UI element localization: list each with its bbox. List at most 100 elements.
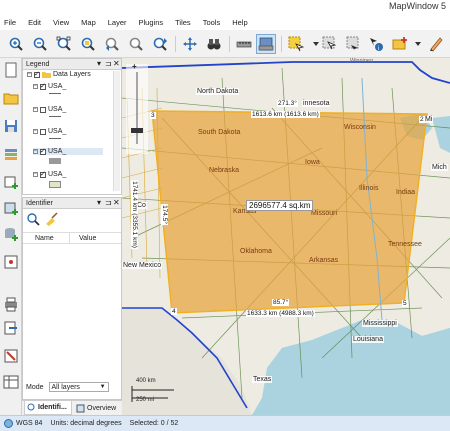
identifier-header: Identifier ▾ ⊐ ✕ (23, 198, 121, 209)
vertex-label: 3 (150, 112, 156, 119)
close-icon[interactable]: ✕ (113, 59, 120, 68)
add-database-layer-icon[interactable] (3, 226, 19, 242)
menu-view[interactable]: View (53, 18, 69, 27)
legend-scrollbar[interactable] (113, 71, 120, 191)
panel-tabs: Identifi... Overview (22, 400, 122, 415)
app-title: MapWindow 5 (388, 1, 446, 11)
overview-icon (76, 404, 85, 412)
left-toolbar (0, 58, 22, 415)
menu-plugins[interactable]: Plugins (139, 18, 164, 27)
identifier-toolbar (26, 212, 58, 226)
map-label-arkansas: Arkansas (309, 257, 339, 264)
map-label-minnesota: innesota (302, 100, 331, 107)
identifier-panel: Identifier ▾ ⊐ ✕ Name Value Mode All lay… (22, 197, 122, 400)
legend-layer[interactable]: −USA_ (33, 106, 66, 113)
main-toolbar: i (0, 30, 450, 58)
zoom-to-layer-icon[interactable] (150, 34, 170, 54)
measure-bottom-length: 1633.3 km (4988.3 km) (246, 310, 315, 317)
status-selected: Selected: 0 / 52 (129, 420, 179, 427)
menu-tiles[interactable]: Tiles (175, 18, 191, 27)
pin-icon[interactable]: ⊐ (105, 198, 112, 207)
menu-tools[interactable]: Tools (203, 18, 221, 27)
deselect-icon[interactable] (320, 34, 340, 54)
zoom-out-icon[interactable] (30, 34, 50, 54)
vertex-label: 5 (402, 300, 408, 307)
map-label-mi: Mi (424, 116, 434, 123)
menu-help[interactable]: Help (232, 18, 247, 27)
pin-icon[interactable]: ⊐ (105, 59, 112, 68)
close-icon[interactable]: ✕ (113, 198, 120, 207)
scale-top-label: 400 km (136, 378, 156, 384)
tab-identifier[interactable]: Identifi... (24, 401, 72, 415)
zoom-selection-icon[interactable] (78, 34, 98, 54)
zoom-next-icon[interactable] (126, 34, 146, 54)
status-bar: WGS 84 Units: decimal degrees Selected: … (0, 415, 450, 431)
export-icon[interactable] (3, 320, 19, 336)
chevron-down-icon[interactable] (408, 34, 428, 54)
group-checkbox[interactable] (34, 70, 40, 78)
measure-top-length: 1613.6 km (1613.6 km) (251, 111, 320, 118)
open-folder-icon[interactable] (3, 90, 19, 106)
legend-layer[interactable]: −USA_ (33, 147, 103, 155)
attribute-table-icon[interactable] (3, 374, 19, 390)
map-label-tennessee: Tennessee (388, 241, 422, 248)
pin-icon[interactable]: ▾ (97, 59, 101, 68)
select-icon[interactable] (286, 34, 306, 54)
identifier-title: Identifier (26, 199, 53, 207)
menu-bar: File Edit View Map Layer Plugins Tiles T… (0, 14, 450, 30)
pencil-icon[interactable] (426, 34, 446, 54)
remove-layer-icon[interactable] (3, 348, 19, 364)
identify-icon (27, 403, 35, 411)
binoculars-icon[interactable] (204, 34, 224, 54)
zoom-plus-button[interactable]: + (132, 62, 137, 71)
create-layer-icon[interactable] (3, 254, 19, 270)
map-label-texas: Texas (252, 376, 273, 383)
mode-select[interactable]: All layers ▼ (48, 382, 109, 392)
menu-layer[interactable]: Layer (108, 18, 127, 27)
map-canvas[interactable]: South Dakota Wisconsin Iowa Nebraska Ill… (122, 58, 450, 415)
status-units: Units: decimal degrees (50, 420, 122, 427)
globe-icon (4, 419, 13, 428)
svg-text:i: i (378, 46, 379, 52)
zoom-extent-icon[interactable] (54, 34, 74, 54)
add-layer-icon[interactable] (390, 34, 410, 54)
zoom-in-icon[interactable] (6, 34, 26, 54)
map-label-mich: Mich (431, 164, 448, 171)
identifier-table-header: Name Value (23, 232, 121, 244)
measure-distance-icon[interactable] (234, 34, 254, 54)
new-project-icon[interactable] (3, 62, 19, 78)
menu-edit[interactable]: Edit (28, 18, 41, 27)
legend-panel: Legend ▾ ⊐ ✕ − Data Layers −USA_ −USA_ −… (22, 58, 122, 195)
menu-file[interactable]: File (4, 18, 16, 27)
identify-icon[interactable] (26, 212, 40, 226)
map-label-north-dakota: North Dakota (196, 88, 240, 95)
map-label-wisconsin: Wisconsin (344, 124, 376, 131)
pan-icon[interactable] (180, 34, 200, 54)
map-label-south-dakota: South Dakota (198, 129, 241, 136)
legend-layer[interactable]: −USA_ (33, 170, 66, 178)
add-raster-layer-icon[interactable] (3, 200, 19, 216)
menu-map[interactable]: Map (81, 18, 96, 27)
measure-left-length: 1741.4 km (3355.1 km) (130, 180, 138, 249)
measure-area-icon[interactable] (256, 34, 276, 54)
tab-overview[interactable]: Overview (74, 401, 120, 415)
map-label-oklahoma: Oklahoma (240, 248, 272, 255)
legend-layer[interactable]: −USA_ (33, 128, 66, 135)
measure-top-angle: 271.3° (277, 100, 298, 107)
print-icon[interactable] (3, 296, 19, 312)
map-label-indiana: Indiaa (396, 189, 416, 196)
layer-properties-icon[interactable] (3, 146, 19, 162)
identify-icon[interactable]: i (366, 34, 386, 54)
zoom-previous-icon[interactable] (102, 34, 122, 54)
clear-selection-icon[interactable] (344, 34, 364, 54)
add-vector-layer-icon[interactable] (3, 174, 19, 190)
save-icon[interactable] (3, 118, 19, 134)
clear-icon[interactable] (44, 212, 58, 226)
legend-header: Legend ▾ ⊐ ✕ (23, 59, 121, 70)
legend-group[interactable]: − Data Layers (27, 70, 91, 78)
status-crs[interactable]: WGS 84 (16, 420, 42, 427)
measure-left-angle: 174.5° (160, 204, 168, 225)
vertex-label: 4 (171, 308, 177, 315)
map-label-illinois: Illinois (359, 185, 379, 192)
legend-layer[interactable]: −USA_ (33, 82, 66, 90)
